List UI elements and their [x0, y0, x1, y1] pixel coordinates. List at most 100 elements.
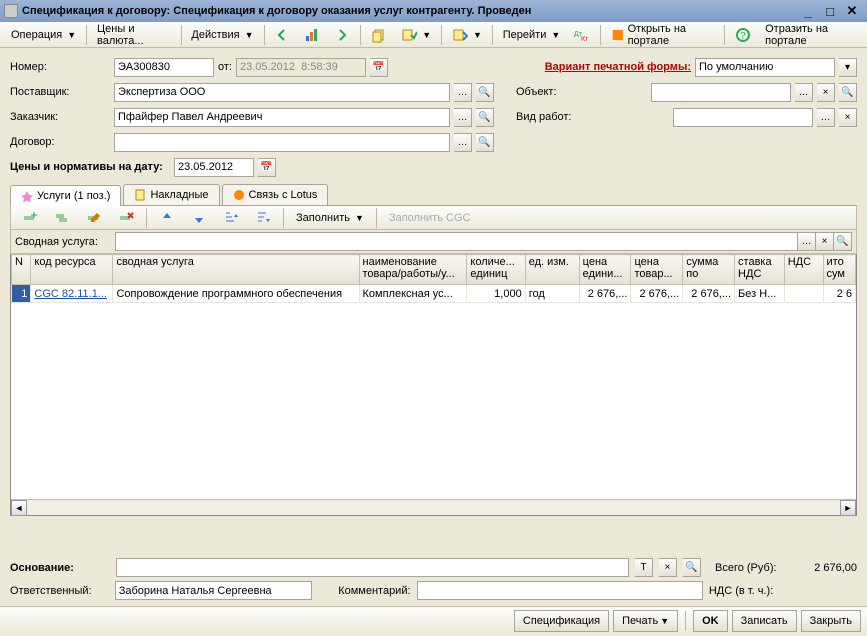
move-up-icon[interactable] — [152, 207, 182, 229]
help-icon[interactable]: ? — [728, 24, 758, 46]
titlebar: Спецификация к договору: Спецификация к … — [0, 0, 867, 22]
contract-lookup-btn[interactable]: 🔍 — [476, 133, 494, 152]
worktype-select-btn[interactable]: … — [817, 108, 835, 127]
fill-cgc-button: Заполнить CGC — [382, 207, 478, 229]
worktype-label: Вид работ: — [516, 111, 576, 123]
basis-clear-btn[interactable]: × — [659, 558, 677, 577]
form-area: Номер: от: 📅 Вариант печатной формы: ▾ П… — [0, 48, 867, 516]
back-icon[interactable] — [267, 24, 297, 46]
print-variant-dropdown[interactable]: ▾ — [839, 58, 857, 77]
tab-invoices[interactable]: Накладные — [123, 184, 219, 205]
services-grid[interactable]: N код ресурса сводная услуга наименовани… — [10, 254, 857, 516]
tab-lotus[interactable]: Связь с Lotus — [222, 184, 329, 205]
contract-select-btn[interactable]: … — [454, 133, 472, 152]
summary-service-field[interactable] — [115, 232, 798, 251]
print-menu[interactable]: Печать▼ — [613, 610, 678, 632]
close-button[interactable]: ✕ — [841, 2, 863, 20]
basis-icon[interactable]: ▼ — [445, 24, 489, 46]
minimize-button[interactable]: _ — [797, 2, 819, 20]
col-svod[interactable]: сводная услуга — [113, 255, 359, 285]
print-variant-field[interactable] — [695, 58, 835, 77]
edit-row-icon[interactable] — [79, 207, 109, 229]
go-menu[interactable]: Перейти▼ — [496, 24, 568, 46]
supplier-label: Поставщик: — [10, 86, 110, 98]
maximize-button[interactable]: □ — [819, 2, 841, 20]
col-code[interactable]: код ресурса — [31, 255, 113, 285]
fill-menu[interactable]: Заполнить▼ — [289, 207, 371, 229]
basis-type-btn[interactable]: T — [635, 558, 653, 577]
svg-text:Кт: Кт — [581, 36, 589, 43]
contract-field[interactable] — [114, 133, 450, 152]
post-icon[interactable]: ▼ — [394, 24, 438, 46]
summary-clear-btn[interactable]: × — [816, 232, 834, 251]
number-field[interactable] — [114, 58, 214, 77]
col-price2[interactable]: цена товар... — [631, 255, 683, 285]
main-toolbar: Операция▼ Цены и валюта... Действия▼ ▼ ▼… — [0, 22, 867, 48]
resp-label: Ответственный: — [10, 585, 109, 597]
supplier-lookup-btn[interactable]: 🔍 — [476, 83, 494, 102]
bottom-toolbar: Спецификация Печать▼ OK Записать Закрыть — [0, 606, 867, 634]
dtkf-icon[interactable]: ДтКт — [567, 24, 597, 46]
object-clear-btn[interactable]: × — [817, 83, 835, 102]
col-vat[interactable]: НДС — [784, 255, 823, 285]
reflect-portal-button[interactable]: Отразить на портале — [758, 24, 863, 46]
app-icon — [4, 4, 18, 18]
chart-icon[interactable] — [297, 24, 327, 46]
footer-row-1: Основание: T × 🔍 Всего (Руб): 2 676,00 — [0, 552, 867, 579]
col-vatrate[interactable]: ставка НДС — [735, 255, 785, 285]
col-n[interactable]: N — [12, 255, 31, 285]
table-row[interactable]: 1 CGC 82.11.1... Сопровождение программн… — [12, 285, 856, 303]
resp-field[interactable] — [115, 581, 312, 600]
sort-asc-icon[interactable] — [216, 207, 246, 229]
col-qty[interactable]: количе... единиц — [467, 255, 525, 285]
svg-text:?: ? — [740, 31, 746, 42]
tab-services[interactable]: Услуги (1 поз.) — [10, 185, 121, 206]
calendar-icon[interactable]: 📅 — [370, 58, 388, 77]
copy-icon[interactable] — [364, 24, 394, 46]
scroll-left-icon[interactable]: ◄ — [11, 500, 27, 516]
col-name[interactable]: наименование товара/работы/у... — [359, 255, 467, 285]
add-row-icon[interactable] — [15, 207, 45, 229]
summary-select-btn[interactable]: … — [798, 232, 816, 251]
delete-row-icon[interactable] — [111, 207, 141, 229]
horizontal-scrollbar[interactable]: ◄ ► — [11, 499, 856, 515]
close-form-button[interactable]: Закрыть — [801, 610, 861, 632]
scroll-right-icon[interactable]: ► — [840, 500, 856, 516]
basis-lookup-btn[interactable]: 🔍 — [683, 558, 701, 577]
comment-field[interactable] — [417, 581, 703, 600]
worktype-field[interactable] — [673, 108, 813, 127]
prices-currency-button[interactable]: Цены и валюта... — [90, 24, 178, 46]
prices-date-field[interactable] — [174, 158, 254, 177]
col-total[interactable]: ито сум — [823, 255, 855, 285]
col-unit[interactable]: ед. изм. — [525, 255, 579, 285]
col-price1[interactable]: цена едини... — [579, 255, 631, 285]
forward-icon[interactable] — [327, 24, 357, 46]
ok-button[interactable]: OK — [693, 610, 728, 632]
spec-button[interactable]: Спецификация — [514, 610, 609, 632]
col-sum[interactable]: сумма по — [683, 255, 735, 285]
customer-field[interactable] — [114, 108, 450, 127]
object-lookup-btn[interactable]: 🔍 — [839, 83, 857, 102]
worktype-clear-btn[interactable]: × — [839, 108, 857, 127]
summary-lookup-btn[interactable]: 🔍 — [834, 232, 852, 251]
resource-code-link[interactable]: CGC 82.11.1... — [34, 288, 107, 300]
move-down-icon[interactable] — [184, 207, 214, 229]
operation-menu[interactable]: Операция▼ — [4, 24, 83, 46]
save-button[interactable]: Записать — [732, 610, 797, 632]
date-field[interactable] — [236, 58, 366, 77]
contract-label: Договор: — [10, 136, 110, 148]
supplier-select-btn[interactable]: … — [454, 83, 472, 102]
customer-select-btn[interactable]: … — [454, 108, 472, 127]
open-portal-button[interactable]: Открыть на портале — [604, 24, 721, 46]
object-field[interactable] — [651, 83, 791, 102]
print-variant-label[interactable]: Вариант печатной формы: — [545, 61, 691, 73]
actions-menu[interactable]: Действия▼ — [184, 24, 260, 46]
prices-date-calendar-icon[interactable]: 📅 — [258, 158, 276, 177]
basis-field[interactable] — [116, 558, 629, 577]
copy-row-icon[interactable] — [47, 207, 77, 229]
object-select-btn[interactable]: … — [795, 83, 813, 102]
customer-lookup-btn[interactable]: 🔍 — [476, 108, 494, 127]
sort-desc-icon[interactable] — [248, 207, 278, 229]
summary-service-row: Сводная услуга: … × 🔍 — [10, 230, 857, 254]
supplier-field[interactable] — [114, 83, 450, 102]
